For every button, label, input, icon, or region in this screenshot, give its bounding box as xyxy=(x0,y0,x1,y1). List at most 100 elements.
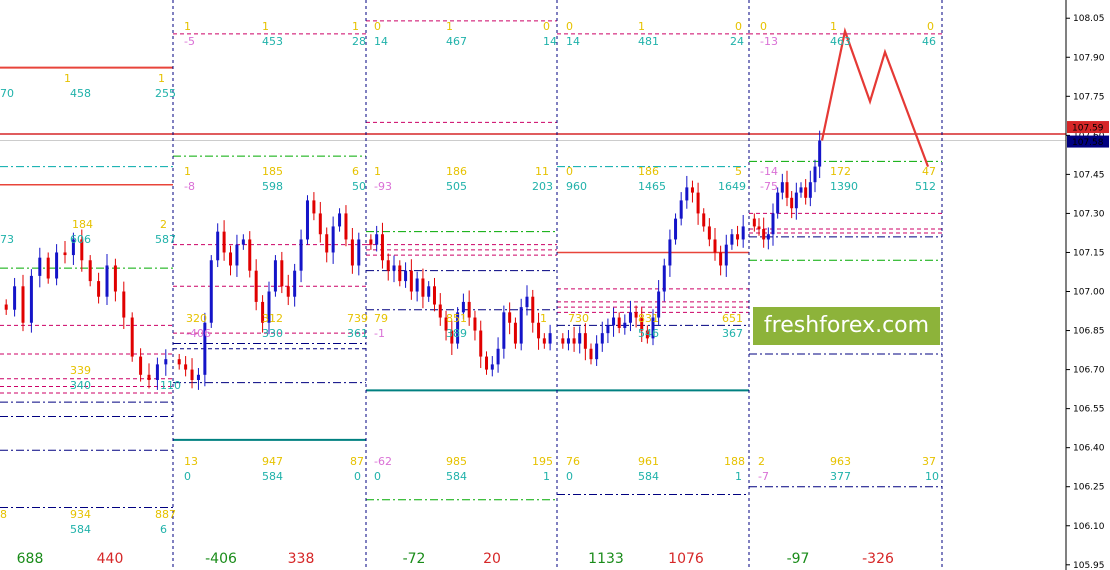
candle-body xyxy=(241,239,245,245)
candle-body xyxy=(147,374,151,380)
candle-body xyxy=(766,234,770,240)
candle-body xyxy=(771,213,775,235)
session-total: 688 xyxy=(17,551,44,567)
stat-value: 367 xyxy=(722,327,743,340)
price-axis: 108.05107.90107.75107.60107.45107.30107.… xyxy=(1065,0,1110,570)
candle-body xyxy=(13,286,17,310)
stat-value: 0 xyxy=(354,470,361,483)
candle-body xyxy=(600,333,604,344)
candle-body xyxy=(685,187,689,201)
stat-value: 584 xyxy=(262,470,283,483)
stat-value: 312 xyxy=(262,312,283,325)
stat-value: 463 xyxy=(830,35,851,48)
candle-body xyxy=(286,286,290,297)
stat-value: 546 xyxy=(638,327,659,340)
stat-value: 0 xyxy=(566,470,573,483)
candle-body xyxy=(531,296,535,323)
candle-body xyxy=(216,231,220,261)
candle-body xyxy=(248,239,252,271)
candle-body xyxy=(813,166,817,183)
candle-body xyxy=(548,333,552,344)
candle-body xyxy=(122,291,126,318)
session-total: 440 xyxy=(97,551,124,567)
candle-body xyxy=(222,231,226,253)
candle-body xyxy=(542,338,546,344)
stat-value: 1 xyxy=(158,72,165,85)
candle-body xyxy=(21,286,25,323)
candle-body xyxy=(724,244,728,266)
stat-value: 963 xyxy=(830,455,851,468)
stat-value: 6 xyxy=(160,523,167,536)
candle-body xyxy=(280,260,284,287)
y-tick-label: 108.05 xyxy=(1073,14,1105,24)
stat-value: 195 xyxy=(532,455,553,468)
stat-value: 1 xyxy=(446,20,453,33)
stat-value: 587 xyxy=(155,233,176,246)
candle-body xyxy=(479,330,483,357)
stat-value: 1 xyxy=(374,165,381,178)
candle-body xyxy=(432,286,436,305)
stat-value: 361 xyxy=(347,327,368,340)
candle-body xyxy=(63,252,67,256)
stat-value: 47 xyxy=(922,165,936,178)
stat-value: 0 xyxy=(543,20,550,33)
candle-body xyxy=(799,187,803,193)
forecast-path xyxy=(820,27,930,167)
y-tick-label: 106.85 xyxy=(1073,327,1105,337)
candle-body xyxy=(662,265,666,292)
candle-body xyxy=(318,213,322,235)
session-stats: 1 170 458 255184 273 606 587339340 1108 934 88758… xyxy=(0,20,939,536)
stat-value: 14 xyxy=(566,35,580,48)
candle-body xyxy=(467,301,471,318)
candle-body xyxy=(421,278,425,297)
stat-value: 598 xyxy=(262,180,283,193)
price-chart[interactable]: 1 170 458 255184 273 606 587339340 1108 934 88758… xyxy=(0,0,1110,570)
stat-value: 831 xyxy=(638,312,659,325)
candle-body xyxy=(375,234,379,245)
stat-value: 389 xyxy=(446,327,467,340)
candle-body xyxy=(808,182,812,198)
candle-body xyxy=(794,192,798,209)
stat-value: -13 xyxy=(760,35,778,48)
candle-body xyxy=(606,325,610,334)
stat-value: -75 xyxy=(760,180,778,193)
y-tick-label: 107.75 xyxy=(1073,92,1105,102)
stat-value: 377 xyxy=(830,470,851,483)
candle-body xyxy=(196,374,200,380)
stat-value: 11 xyxy=(535,165,549,178)
candle-body xyxy=(595,343,599,360)
stat-value: -93 xyxy=(374,180,392,193)
stat-value: 606 xyxy=(70,233,91,246)
stat-value: -1 xyxy=(374,327,385,340)
stat-value: 0 xyxy=(374,20,381,33)
candle-body xyxy=(293,270,297,297)
stat-value: 28 xyxy=(352,35,366,48)
stat-value: 934 xyxy=(70,508,91,521)
candle-body xyxy=(325,234,329,253)
stat-value: 1 xyxy=(735,470,742,483)
stat-value: 1 xyxy=(262,20,269,33)
candle-body xyxy=(485,356,489,370)
session-total: 1133 xyxy=(588,551,624,567)
candle-body xyxy=(344,213,348,240)
candle-body xyxy=(427,286,431,297)
candle-body xyxy=(719,252,723,266)
candle-body xyxy=(561,338,565,344)
session-total: 20 xyxy=(483,551,501,567)
candle-body xyxy=(331,226,335,253)
price-marker-label: 107.58 xyxy=(1072,138,1104,148)
candle-body xyxy=(752,218,756,227)
stat-value: -7 xyxy=(758,470,769,483)
candle-body xyxy=(438,304,442,318)
stat-value: 467 xyxy=(446,35,467,48)
stat-value: 73 xyxy=(0,233,14,246)
stat-value: 10 xyxy=(925,470,939,483)
candle-body xyxy=(757,226,761,230)
candle-body xyxy=(164,359,168,365)
stat-value: 87 xyxy=(350,455,364,468)
session-total: 338 xyxy=(288,551,315,567)
candle-body xyxy=(804,187,808,198)
stat-value: 851 xyxy=(446,312,467,325)
candle-body xyxy=(776,192,780,214)
candle-body xyxy=(46,257,50,279)
